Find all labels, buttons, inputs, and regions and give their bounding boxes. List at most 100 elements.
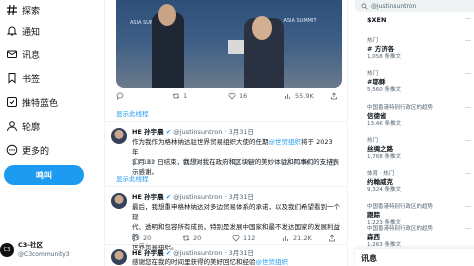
nav-profile[interactable]: 轮廓 (6, 116, 40, 136)
avatar[interactable] (111, 193, 127, 209)
reply-icon (132, 234, 140, 242)
tweet-actions: 1 16 55.9K (116, 90, 342, 102)
trend-item[interactable]: 中国香港特别行政区的趋势 跟踪 1,223 条推文 ··· (367, 204, 471, 227)
more-icon[interactable]: ··· (465, 16, 471, 23)
trend-item[interactable]: 热门 # 方济各 1,058 条推文 ··· (367, 38, 471, 61)
author-name[interactable]: HE 孙宇晨 (132, 249, 164, 257)
retweet-icon (172, 93, 180, 99)
more-icon[interactable]: ··· (465, 38, 471, 45)
tweet-button[interactable]: 鸣叫 (4, 165, 84, 185)
trend-count: 13.4K 条推文 (367, 121, 402, 127)
reply-button[interactable]: 20 (132, 234, 182, 242)
share-icon (329, 234, 335, 242)
reply-button[interactable] (116, 92, 172, 100)
more-icon[interactable]: ··· (465, 138, 471, 145)
like-button[interactable]: 16 (228, 92, 284, 100)
timeline: ASIA SUMMIT ASIA SUMMIT 1 16 55.9K 显示此线程… (104, 0, 348, 266)
mention-link[interactable]: @世贸组织 (256, 258, 289, 266)
trend-item[interactable]: $XEN ··· (367, 16, 471, 25)
trend-item[interactable]: 中国香港特别行政区的趋势 森西 1,263 条推文 ··· (367, 226, 471, 249)
show-thread-link[interactable]: 显示此线程 (116, 108, 149, 118)
trend-item[interactable]: 热门 #耶稣 5,560 条推文 ··· (367, 71, 471, 94)
trend-item[interactable]: 体育 · 热门 约翰威克 9,324 条推文 ··· (367, 171, 471, 194)
author-handle[interactable]: @justinsuntron (173, 249, 222, 257)
tweet[interactable]: HE 孙宇晨 ✔ @justinsuntron · 3月31日 感谢您在我的时间… (105, 247, 347, 266)
avatar[interactable] (111, 128, 127, 144)
share-button[interactable] (330, 92, 341, 100)
avatar[interactable] (111, 249, 127, 265)
share-button[interactable] (328, 234, 339, 242)
tweet-media-image[interactable]: ASIA SUMMIT ASIA SUMMIT (116, 0, 342, 88)
retweet-button[interactable]: 73 (182, 158, 232, 166)
trend-title: 森西 (367, 233, 380, 241)
more-icon[interactable]: ··· (465, 105, 471, 112)
tweet[interactable]: HE 孙宇晨 ✔ @justinsuntron · 3月31日 最后，我想重申格… (105, 191, 347, 251)
retweet-icon (182, 235, 190, 241)
nav-twitter-blue[interactable]: 推特蓝色 (6, 92, 58, 112)
reply-button[interactable]: 162 (132, 158, 182, 166)
account-handle: @C3community3 (18, 251, 70, 258)
trend-title: 丝绸之路 (367, 145, 393, 153)
verified-icon: ✔ (165, 193, 172, 201)
search-icon (361, 3, 368, 9)
like-button[interactable]: 157 (232, 158, 282, 166)
views-icon (283, 236, 288, 241)
nav-bookmarks[interactable]: 书签 (6, 68, 40, 88)
views-button[interactable]: 55.9K (284, 92, 330, 100)
trend-count: 5,560 条推文 (367, 87, 401, 93)
trend-category: 体育 · 热门 (367, 171, 395, 177)
nav-notifications[interactable]: 通知 (6, 21, 40, 41)
more-icon[interactable]: ··· (465, 171, 471, 178)
author-handle[interactable]: @justinsuntron (173, 193, 222, 201)
right-sidebar: @justinsuntron $XEN ··· 热门 # 方济各 1,058 条… (355, 0, 474, 266)
divider (105, 186, 347, 187)
tweet[interactable]: HE 孙宇晨 ✔ @justinsuntron · 3月31日 作为我作为格林纳… (105, 126, 347, 178)
mention-link[interactable]: @世贸组织 (269, 138, 302, 146)
reply-icon (132, 158, 140, 166)
trend-count: 1,768 条推文 (367, 154, 401, 160)
retweet-icon (182, 159, 190, 165)
heart-icon (232, 159, 240, 166)
nav-messages[interactable]: 讯息 (6, 44, 40, 64)
hash-icon (6, 4, 18, 16)
author-name[interactable]: HE 孙宇晨 (132, 193, 164, 201)
tweet-date[interactable]: 3月31日 (229, 249, 254, 257)
more-icon[interactable]: ··· (465, 226, 471, 233)
verified-icon: ✔ (165, 128, 172, 136)
author-name[interactable]: HE 孙宇晨 (132, 128, 164, 136)
tweet-header: HE 孙宇晨 ✔ @justinsuntron · 3月31日 (132, 128, 255, 136)
views-button[interactable]: 41.6K (282, 158, 328, 166)
trend-count: 9,324 条推文 (367, 187, 401, 193)
trend-title: # 方济各 (367, 45, 395, 53)
nav-more[interactable]: 更多的 (6, 140, 49, 160)
like-button[interactable]: 112 (232, 234, 282, 242)
avatar: C3 (0, 243, 14, 257)
tweet-date[interactable]: 3月31日 (229, 193, 254, 201)
nav-profile-label: 轮廓 (22, 122, 41, 133)
nav-explore[interactable]: 探索 (6, 0, 40, 20)
share-icon (331, 92, 337, 100)
share-button[interactable] (328, 158, 339, 166)
retweet-button[interactable]: 1 (172, 92, 228, 100)
more-icon[interactable]: ··· (465, 204, 471, 211)
like-count: 16 (239, 92, 248, 100)
retweet-button[interactable]: 20 (182, 234, 232, 242)
trend-title: 约翰威克 (367, 178, 393, 186)
views-count: 41.6K (293, 158, 312, 166)
show-thread-link[interactable]: 显示此线程 (116, 173, 149, 183)
trend-title: 跟踪 (367, 211, 380, 219)
tweet-date[interactable]: 3月31日 (229, 128, 254, 136)
trend-item[interactable]: 中国香港特别行政区的趋势 信德省 13.4K 条推文 ··· (367, 105, 471, 128)
trend-count: 1,058 条推文 (367, 54, 401, 60)
trend-item[interactable]: 热门 丝绸之路 1,768 条推文 ··· (367, 138, 471, 161)
account-switcher[interactable]: C3 C3-社区 @C3community3 (0, 238, 70, 262)
nav-twitter-blue-label: 推特蓝色 (22, 98, 59, 109)
more-icon[interactable]: ··· (465, 71, 471, 78)
more-circle-icon (6, 144, 18, 156)
views-icon (283, 160, 288, 165)
messages-drawer[interactable]: 讯息 (355, 248, 474, 266)
search-context-pill[interactable]: @justinsuntron (355, 0, 474, 12)
author-handle[interactable]: @justinsuntron (173, 128, 222, 136)
trend-category: 热门 (367, 138, 379, 144)
views-button[interactable]: 21.2K (282, 234, 328, 242)
